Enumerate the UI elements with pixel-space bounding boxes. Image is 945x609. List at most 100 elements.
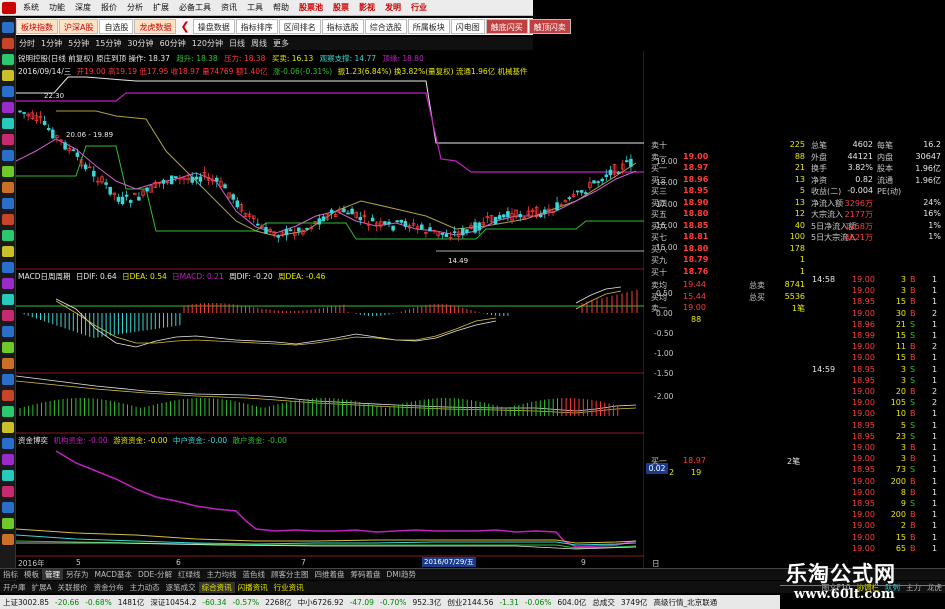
menu-extend[interactable]: 扩展 (148, 2, 174, 13)
tab-indicator-sort[interactable]: 指标排序 (235, 19, 278, 34)
tab-industry-news[interactable]: 行业资讯 (271, 582, 307, 593)
menu-invent[interactable]: 发明 (380, 2, 406, 13)
tab-sector[interactable]: 所属板块 (407, 19, 450, 34)
toolbar-icon-7[interactable] (2, 118, 14, 129)
tab-bottom-buy[interactable]: 触底闪买 (485, 19, 528, 34)
tab-macd-basic[interactable]: MACD基本 (92, 569, 135, 580)
period-weekly[interactable]: 周线 (248, 38, 270, 49)
tab-composite-news[interactable]: 综合资讯 (198, 581, 235, 593)
period-1min[interactable]: 1分钟 (38, 38, 65, 49)
menu-analysis[interactable]: 分析 (122, 2, 148, 13)
period-120min[interactable]: 120分钟 (189, 38, 226, 49)
tab-chips[interactable]: 筹码着盘 (347, 569, 383, 580)
order-book-row[interactable]: 买二 18.96 13 (651, 175, 811, 186)
tab-combined-select[interactable]: 综合选股 (364, 19, 407, 34)
menu-depth[interactable]: 深度 (70, 2, 96, 13)
tab-four-dim[interactable]: 四维着盘 (311, 569, 347, 580)
tab-extend-a[interactable]: 扩展A (29, 582, 55, 593)
toolbar-icon-17[interactable] (2, 278, 14, 289)
tab-dmi[interactable]: DMI趋势 (383, 569, 418, 580)
period-5min[interactable]: 5分钟 (65, 38, 92, 49)
toolbar-icon-23[interactable] (2, 374, 14, 385)
toolbar-icon-29[interactable] (2, 470, 14, 481)
menu-tools[interactable]: 必备工具 (174, 2, 216, 13)
tab-indicator[interactable]: 指标 (0, 569, 21, 580)
tab-flash-chart[interactable]: 闪电图 (450, 19, 485, 34)
tab-indicator-select[interactable]: 指标选股 (321, 19, 364, 34)
tab-fund-dist[interactable]: 资金分布 (91, 582, 127, 593)
tab-main-force[interactable]: 主力动态 (127, 582, 163, 593)
order-book-row[interactable]: 买九 18.79 1 (651, 255, 811, 266)
menu-help[interactable]: 帮助 (268, 2, 294, 13)
tab-open-account[interactable]: 开户庫 (0, 582, 29, 593)
toolbar-icon-24[interactable] (2, 390, 14, 401)
tab-sector-index[interactable]: 板块指数 (16, 19, 58, 34)
tab-flash-news[interactable]: 闪播资讯 (235, 582, 271, 593)
order-book-row[interactable]: 买八 18.80 178 (651, 244, 811, 255)
tab-customer[interactable]: 顾客分主图 (268, 569, 312, 580)
toolbar-icon-14[interactable] (2, 230, 14, 241)
status-server[interactable]: 高级行情_北京联通 (650, 597, 720, 608)
menu-system[interactable]: 系统 (18, 2, 44, 13)
period-15min[interactable]: 15分钟 (92, 38, 124, 49)
menu-stock-pool[interactable]: 股票池 (294, 2, 328, 13)
menu-function[interactable]: 功能 (44, 2, 70, 13)
toolbar-icon-10[interactable] (2, 166, 14, 177)
chevron-left-icon[interactable]: ❮ (180, 20, 189, 33)
order-book-row[interactable]: 买七 18.81 100 (651, 232, 811, 243)
order-book-row[interactable]: 买一 18.97 21 (651, 163, 811, 174)
toolbar-icon-12[interactable] (2, 198, 14, 209)
kline-chart[interactable]: 22.30 20.06 - 19.89 14.49 19.00 18.00 17… (16, 51, 677, 579)
toolbar-icon-25[interactable] (2, 406, 14, 417)
toolbar-icon-32[interactable] (2, 518, 14, 529)
period-timeshare[interactable]: 分时 (16, 38, 38, 49)
tab-dragon-tiger[interactable]: 龙虎数据 (134, 19, 177, 34)
order-book-row[interactable]: 买六 18.85 40 (651, 221, 811, 232)
toolbar-icon-8[interactable] (2, 134, 14, 145)
order-book-row[interactable]: 卖一 19.00 88 (651, 152, 811, 163)
menu-utility[interactable]: 工具 (242, 2, 268, 13)
menu-industry[interactable]: 行业 (406, 2, 432, 13)
tab-related-quote[interactable]: 关联报价 (55, 582, 91, 593)
tab-a-shares[interactable]: 沪深A股 (59, 19, 99, 34)
toolbar-icon-1[interactable] (2, 22, 14, 33)
toolbar-icon-20[interactable] (2, 326, 14, 337)
toolbar-icon-26[interactable] (2, 422, 14, 433)
tab-top-sell[interactable]: 触顶闪卖 (528, 19, 571, 34)
order-book-row[interactable]: 卖十 225 (651, 140, 811, 151)
toolbar-icon-13[interactable] (2, 214, 14, 225)
order-book-row[interactable]: 买四 18.90 13 (651, 198, 811, 209)
period-30min[interactable]: 30分钟 (124, 38, 156, 49)
toolbar-icon-4[interactable] (2, 70, 14, 81)
order-book-row[interactable]: 买三 18.95 5 (651, 186, 811, 197)
toolbar-icon-27[interactable] (2, 438, 14, 449)
toolbar-icon-22[interactable] (2, 358, 14, 369)
toolbar-icon-2[interactable] (2, 38, 14, 49)
toolbar-icon-6[interactable] (2, 102, 14, 113)
tab-red-green[interactable]: 红绿线 (175, 569, 204, 580)
tab-template[interactable]: 模板 (21, 569, 42, 580)
toolbar-icon-31[interactable] (2, 502, 14, 513)
toolbar-icon-3[interactable] (2, 54, 14, 65)
tab-trading-data[interactable]: 操盘数据 (192, 19, 235, 34)
toolbar-icon-9[interactable] (2, 150, 14, 161)
tab-tick-trades[interactable]: 逐笔成交 (163, 582, 199, 593)
toolbar-icon-11[interactable] (2, 182, 14, 193)
menu-news[interactable]: 资讯 (216, 2, 242, 13)
toolbar-icon-16[interactable] (2, 262, 14, 273)
period-60min[interactable]: 60分钟 (157, 38, 189, 49)
toolbar-icon-28[interactable] (2, 454, 14, 465)
toolbar-icon-30[interactable] (2, 486, 14, 497)
toolbar-icon-5[interactable] (2, 86, 14, 97)
toolbar-icon-15[interactable] (2, 246, 14, 257)
order-book-row[interactable]: 买五 18.80 12 (651, 209, 811, 220)
tab-range-rank[interactable]: 区间排名 (278, 19, 321, 34)
period-more[interactable]: 更多 (270, 38, 292, 49)
menu-video[interactable]: 影视 (354, 2, 380, 13)
tab-dde[interactable]: DDE-分解 (135, 569, 175, 580)
toolbar-icon-19[interactable] (2, 310, 14, 321)
toolbar-icon-18[interactable] (2, 294, 14, 305)
tab-main-ma[interactable]: 主力均线 (203, 569, 239, 580)
tab-manage[interactable]: 管理 (42, 569, 63, 580)
toolbar-icon-21[interactable] (2, 342, 14, 353)
